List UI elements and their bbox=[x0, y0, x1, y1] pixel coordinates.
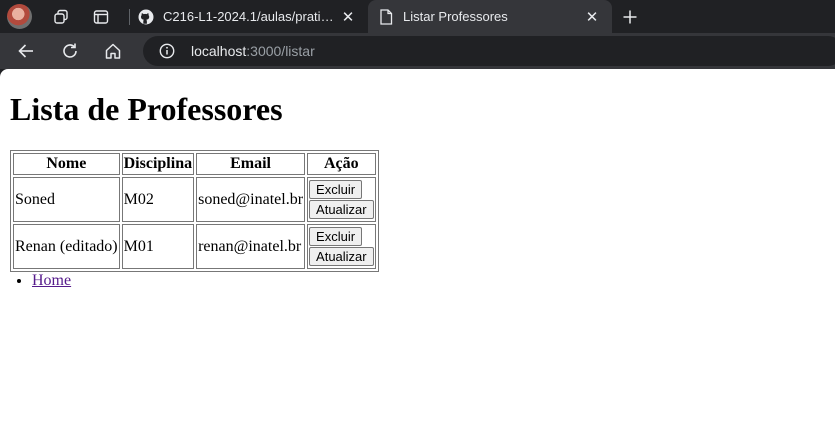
list-item: Home bbox=[32, 272, 71, 290]
cell-nome: Soned bbox=[13, 177, 120, 222]
delete-button[interactable]: Excluir bbox=[309, 227, 363, 246]
close-icon[interactable]: ✕ bbox=[340, 9, 356, 26]
update-button[interactable]: Atualizar bbox=[309, 200, 374, 219]
nav-links: Home bbox=[0, 272, 71, 290]
github-icon bbox=[138, 9, 154, 25]
url-host: localhost bbox=[191, 43, 247, 59]
delete-button[interactable]: Excluir bbox=[309, 180, 363, 199]
workspaces-icon[interactable] bbox=[48, 4, 74, 30]
professors-table: Nome Disciplina Email Ação Soned M02 son… bbox=[10, 150, 379, 272]
column-header-email: Email bbox=[196, 153, 306, 175]
page-icon bbox=[378, 8, 394, 25]
cell-nome: Renan (editado) bbox=[13, 224, 120, 269]
table-header-row: Nome Disciplina Email Ação bbox=[13, 153, 376, 175]
tab-actions-icon[interactable] bbox=[88, 4, 114, 30]
cell-actions: Excluir Atualizar bbox=[307, 177, 376, 222]
tab-title: Listar Professores bbox=[403, 9, 508, 24]
tab-strip: C216-L1-2024.1/aulas/pratica-5/f ✕ Lista… bbox=[0, 0, 835, 33]
cell-disciplina: M01 bbox=[121, 224, 195, 269]
page-viewport: Lista de Professores Nome Disciplina Ema… bbox=[0, 69, 835, 431]
tab-title: C216-L1-2024.1/aulas/pratica-5/f bbox=[163, 9, 340, 24]
back-icon[interactable] bbox=[13, 38, 39, 64]
cell-disciplina: M02 bbox=[121, 177, 195, 222]
tab-github[interactable]: C216-L1-2024.1/aulas/pratica-5/f ✕ bbox=[128, 0, 368, 33]
url-text: localhost:3000/listar bbox=[191, 43, 315, 59]
url-path: :3000/listar bbox=[246, 43, 315, 59]
page-title: Lista de Professores bbox=[10, 91, 283, 127]
home-icon[interactable] bbox=[100, 38, 126, 64]
profile-avatar[interactable] bbox=[7, 4, 32, 29]
close-icon[interactable]: ✕ bbox=[584, 9, 600, 26]
site-info-icon[interactable] bbox=[159, 43, 175, 59]
cell-email: soned@inatel.br bbox=[196, 177, 306, 222]
column-header-acao: Ação bbox=[307, 153, 376, 175]
new-tab-icon[interactable] bbox=[618, 5, 642, 29]
tab-listar-professores[interactable]: Listar Professores ✕ bbox=[368, 0, 612, 33]
update-button[interactable]: Atualizar bbox=[309, 247, 374, 266]
table-row: Renan (editado) M01 renan@inatel.br Excl… bbox=[13, 224, 376, 269]
reload-icon[interactable] bbox=[57, 38, 83, 64]
cell-email: renan@inatel.br bbox=[196, 224, 306, 269]
browser-toolbar: localhost:3000/listar bbox=[0, 33, 835, 69]
table-row: Soned M02 soned@inatel.br Excluir Atuali… bbox=[13, 177, 376, 222]
column-header-nome: Nome bbox=[13, 153, 120, 175]
address-bar[interactable]: localhost:3000/listar bbox=[143, 36, 835, 66]
cell-actions: Excluir Atualizar bbox=[307, 224, 376, 269]
home-link[interactable]: Home bbox=[32, 272, 71, 289]
column-header-disciplina: Disciplina bbox=[121, 153, 195, 175]
